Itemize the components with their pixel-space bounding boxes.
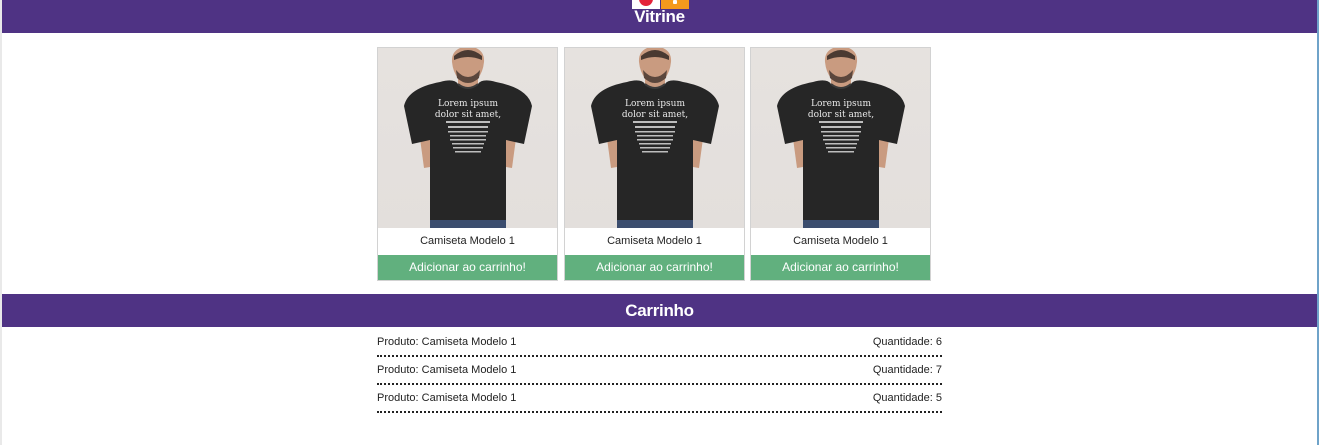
header-bar: Vitrine [2, 0, 1317, 33]
cart-item-quantity: Quantidade: 5 [872, 392, 942, 404]
product-name: Camiseta Modelo 1 [420, 235, 515, 247]
tshirt-model-photo-icon: Lorem ipsum dolor sit amet, [591, 48, 719, 228]
product-card: Lorem ipsum dolor sit amet, Camiseta Mod… [377, 47, 558, 281]
product-card: Lorem ipsum dolor sit amet, Camiseta Mod… [750, 47, 931, 281]
add-to-cart-button[interactable]: Adicionar ao carrinho! [751, 255, 930, 280]
svg-text:Lorem ipsum: Lorem ipsum [625, 99, 685, 109]
cart-item-product: Produto: Camiseta Modelo 1 [377, 336, 517, 348]
svg-text:Lorem ipsum: Lorem ipsum [811, 99, 871, 109]
page-title: Vitrine [634, 7, 685, 26]
cart-header-bar: Carrinho [2, 294, 1317, 327]
product-image: Lorem ipsum dolor sit amet, [565, 48, 744, 228]
product-name: Camiseta Modelo 1 [793, 235, 888, 247]
tshirt-model-photo-icon: Lorem ipsum dolor sit amet, [404, 48, 532, 228]
product-image: Lorem ipsum dolor sit amet, [751, 48, 930, 228]
product-card: Lorem ipsum dolor sit amet, Camiseta Mod… [564, 47, 745, 281]
cart-item: Produto: Camiseta Modelo 1 Quantidade: 7 [377, 359, 942, 385]
product-name: Camiseta Modelo 1 [607, 235, 702, 247]
svg-text:dolor sit amet,: dolor sit amet, [622, 110, 688, 120]
cart-item: Produto: Camiseta Modelo 1 Quantidade: 5 [377, 387, 942, 413]
window-left-edge [0, 0, 2, 445]
svg-text:dolor sit amet,: dolor sit amet, [435, 110, 501, 120]
cart-item-product: Produto: Camiseta Modelo 1 [377, 364, 517, 376]
cart-item-product: Produto: Camiseta Modelo 1 [377, 392, 517, 404]
add-to-cart-button[interactable]: Adicionar ao carrinho! [565, 255, 744, 280]
product-image: Lorem ipsum dolor sit amet, [378, 48, 557, 228]
cart-title: Carrinho [625, 301, 694, 320]
cart-item: Produto: Camiseta Modelo 1 Quantidade: 6 [377, 331, 942, 357]
cart-list: Produto: Camiseta Modelo 1 Quantidade: 6… [377, 331, 942, 415]
svg-text:Lorem ipsum: Lorem ipsum [438, 99, 498, 109]
cart-item-quantity: Quantidade: 6 [872, 336, 942, 348]
svg-text:dolor sit amet,: dolor sit amet, [808, 110, 874, 120]
cart-item-quantity: Quantidade: 7 [872, 364, 942, 376]
tshirt-model-photo-icon: Lorem ipsum dolor sit amet, [777, 48, 905, 228]
add-to-cart-button[interactable]: Adicionar ao carrinho! [378, 255, 557, 280]
